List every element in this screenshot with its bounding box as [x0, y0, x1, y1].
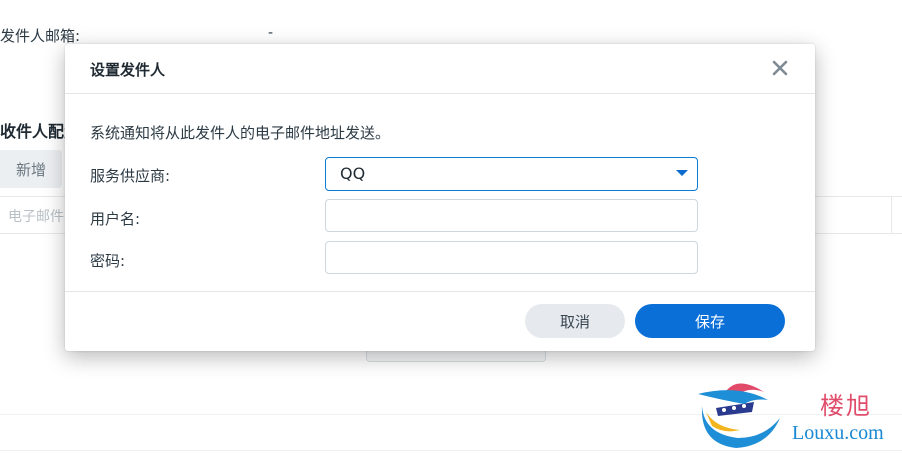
username-input[interactable] [326, 200, 697, 231]
add-recipient-button[interactable]: 新增 [0, 150, 62, 188]
watermark-en: Louxu.com [792, 422, 884, 444]
dialog-footer-divider [65, 291, 815, 292]
save-button[interactable]: 保存 [635, 304, 785, 338]
set-sender-dialog: 设置发件人 系统通知将从此发件人的电子邮件地址发送。 服务供应商: QQ 用户名… [65, 44, 815, 351]
table-column-email: 电子邮件 [8, 209, 64, 225]
dialog-title: 设置发件人 [90, 61, 166, 79]
sender-email-label: 发件人邮箱: [0, 27, 81, 45]
password-input[interactable] [326, 242, 697, 273]
provider-selected-value: QQ [340, 164, 366, 183]
provider-select[interactable]: QQ [325, 157, 698, 191]
close-icon[interactable] [769, 57, 791, 79]
chevron-down-icon [676, 170, 688, 176]
username-label: 用户名: [90, 210, 141, 228]
provider-label: 服务供应商: [90, 167, 171, 185]
table-column-divider [891, 197, 892, 233]
username-field [325, 199, 698, 232]
watermark-logo-icon [698, 383, 780, 448]
watermark-cn: 楼旭 [820, 392, 872, 420]
cancel-button[interactable]: 取消 [525, 304, 625, 338]
password-label: 密码: [90, 252, 126, 270]
dialog-description: 系统通知将从此发件人的电子邮件地址发送。 [90, 124, 391, 142]
sender-email-value: - [268, 25, 274, 41]
dialog-header-divider [65, 93, 815, 94]
password-field [325, 241, 698, 274]
